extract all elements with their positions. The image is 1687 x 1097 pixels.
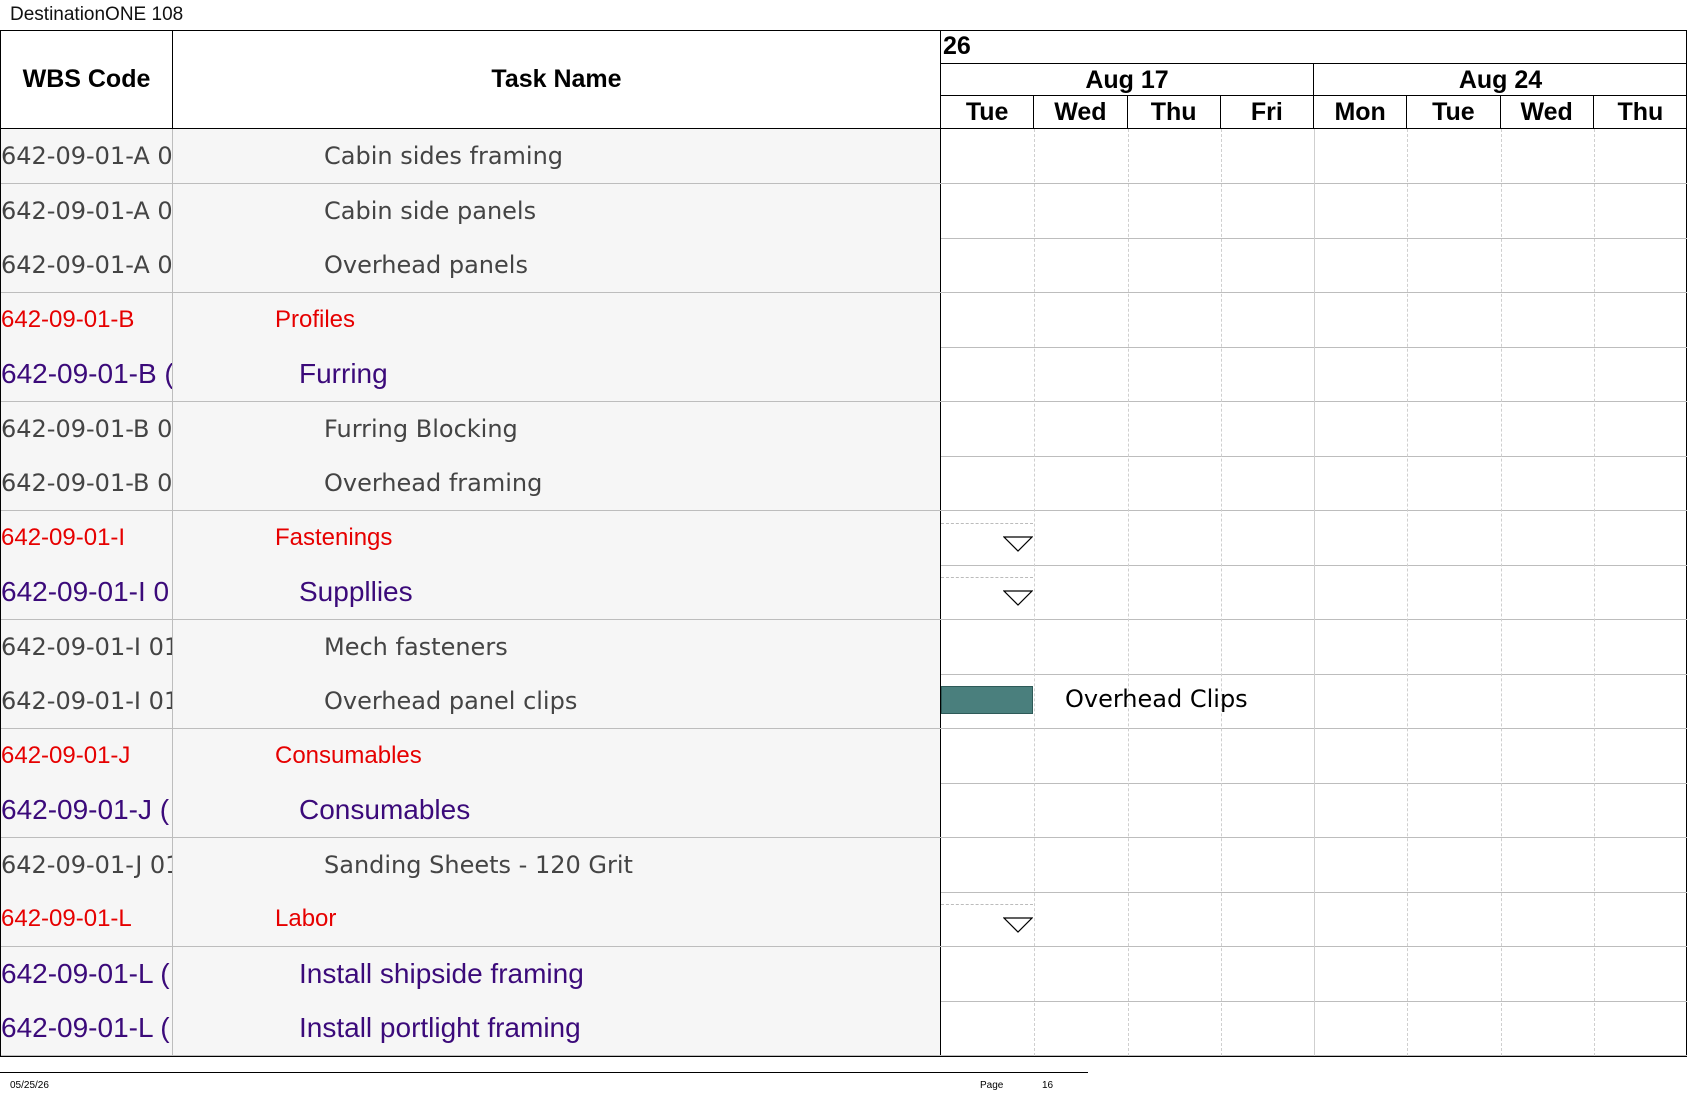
wbs-code-cell[interactable]: 642-09-01-B 0 (1, 401, 173, 456)
task-name-cell[interactable]: Install portlight framing (173, 1001, 941, 1055)
wbs-header-label: WBS Code (22, 65, 151, 93)
task-header-label: Task Name (491, 65, 622, 93)
wbs-code-cell[interactable]: 642-09-01-L ( (1, 946, 173, 1001)
gantt-chart-area[interactable]: Overhead Clips (941, 129, 1687, 1056)
footer-date: 05/25/26 (10, 1080, 49, 1091)
wbs-code-cell[interactable]: 642-09-01-I (1, 510, 173, 565)
gantt-bar-label: Overhead Clips (1065, 685, 1248, 713)
summary-bar-line (941, 577, 1033, 578)
grid-day-line (1034, 129, 1036, 1056)
footer-page-label: Page (980, 1080, 1004, 1091)
grid-day-line (1127, 129, 1129, 1056)
summary-bar-line (941, 522, 1033, 524)
wbs-code-cell[interactable]: 642-09-01-J 01 (1, 837, 173, 892)
task-name-cell[interactable]: Install shipside framing (173, 946, 941, 1001)
timescale-header: 26 Aug 17 Aug 24 Tue Wed Thu Fri Mon Tue Wed Thu (941, 31, 1687, 129)
task-name-cell[interactable]: Fastenings (173, 510, 941, 565)
summary-end-triangle-icon[interactable] (1003, 535, 1033, 555)
summary-bar-line (941, 904, 1033, 905)
task-name-cell[interactable]: Profiles (173, 292, 941, 347)
task-name-cell[interactable]: Labor (173, 892, 941, 946)
timescale-day: Wed (1501, 96, 1594, 129)
summary-end-triangle-icon[interactable] (1003, 916, 1033, 936)
grid-day-line (1314, 129, 1315, 1056)
summary-end-triangle-icon[interactable] (1003, 589, 1033, 609)
wbs-code-cell[interactable]: 642-09-01-L ( (1, 1001, 173, 1055)
task-name-cell[interactable]: Mech fasteners (173, 619, 941, 674)
gantt-table: WBS Code Task Name 26 Aug 17 Aug 24 Tue We… (0, 30, 1687, 1057)
task-name-cell[interactable]: Cabin side panels (173, 183, 941, 238)
column-header-task[interactable]: Task Name (173, 31, 941, 129)
wbs-code-cell[interactable]: 642-09-01-I 01 (1, 674, 173, 728)
task-name-cell[interactable]: Overhead framing (173, 456, 941, 510)
task-name-cell[interactable]: Consumables (173, 728, 941, 783)
gantt-task-bar[interactable] (941, 686, 1033, 714)
footer-rule (0, 1072, 1088, 1073)
wbs-code-cell[interactable]: 642-09-01-L (1, 892, 173, 946)
wbs-code-cell[interactable]: 642-09-01-B (1, 292, 173, 347)
wbs-code-cell[interactable]: 642-09-01-B ( (1, 347, 173, 401)
grid-day-line (1500, 129, 1502, 1056)
task-name-cell[interactable]: Furring (173, 347, 941, 401)
grid-day-line (1220, 129, 1222, 1056)
timescale-week: Aug 17 (941, 64, 1314, 96)
task-name-cell[interactable]: Furring Blocking (173, 401, 941, 456)
wbs-code-cell[interactable]: 642-09-01-B 0 (1, 456, 173, 510)
task-name-cell[interactable]: Cabin sides framing (173, 129, 941, 183)
wbs-code-cell[interactable]: 642-09-01-I 0 (1, 565, 173, 619)
task-name-cell[interactable]: Suppllies (173, 565, 941, 619)
wbs-code-cell[interactable]: 642-09-01-J (1, 728, 173, 783)
wbs-code-cell[interactable]: 642-09-01-A 0 (1, 129, 173, 183)
wbs-code-cell[interactable]: 642-09-01-I 01 (1, 619, 173, 674)
timescale-day: Fri (1221, 96, 1314, 129)
timescale-day: Tue (1407, 96, 1501, 129)
timescale-day: Wed (1034, 96, 1128, 129)
timescale-day: Mon (1314, 96, 1408, 129)
task-name-cell[interactable]: Sanding Sheets - 120 Grit (173, 837, 941, 892)
timescale-week: Aug 24 (1314, 64, 1687, 96)
wbs-code-cell[interactable]: 642-09-01-A 0 (1, 238, 173, 292)
grid-day-line (1593, 129, 1595, 1056)
wbs-code-cell[interactable]: 642-09-01-A 0 (1, 183, 173, 238)
timescale-year: 26 (941, 31, 1687, 64)
timescale-day: Thu (1617, 98, 1664, 126)
document-title: DestinationONE 108 (10, 4, 184, 25)
column-header-wbs[interactable]: WBS Code (1, 31, 173, 129)
timescale-day: Tue (941, 96, 1035, 129)
task-name-cell[interactable]: Consumables (173, 783, 941, 837)
wbs-code-cell[interactable]: 642-09-01-J ( (1, 783, 173, 837)
task-name-cell[interactable]: Overhead panels (173, 238, 941, 292)
task-name-cell[interactable]: Overhead panel clips (173, 674, 941, 728)
grid-day-line (1407, 129, 1409, 1056)
timescale-day: Thu (1128, 96, 1221, 129)
footer-page-number: 16 (1042, 1080, 1054, 1091)
